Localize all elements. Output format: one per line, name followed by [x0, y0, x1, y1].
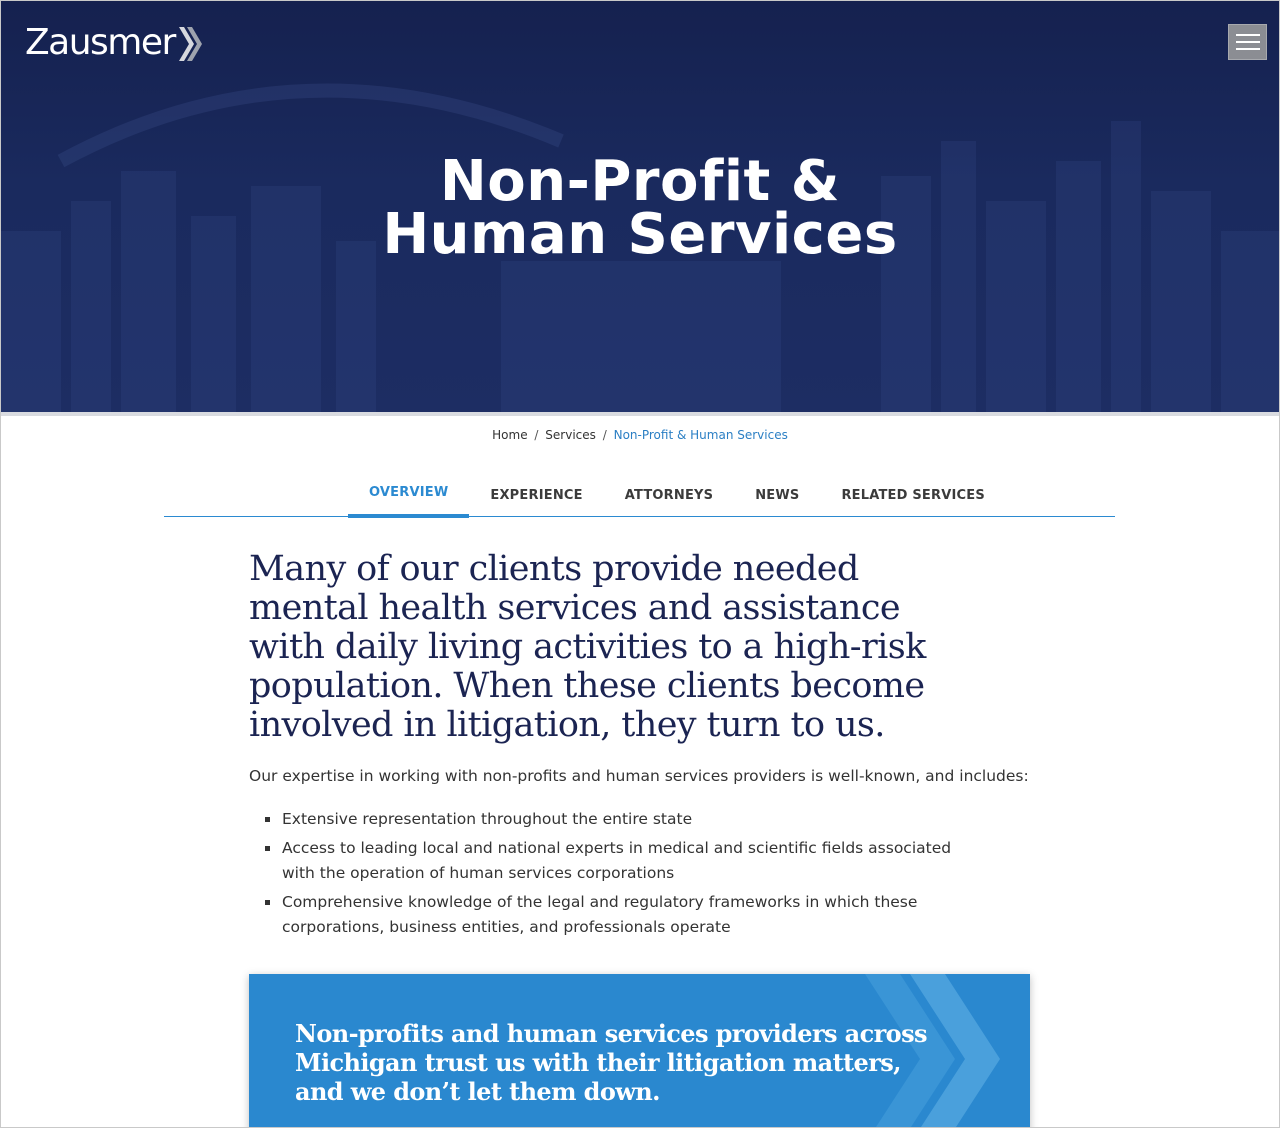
tab-related-services[interactable]: RELATED SERVICES [820, 471, 1005, 517]
breadcrumb: Home / Services / Non-Profit & Human Ser… [1, 428, 1279, 442]
breadcrumb-services[interactable]: Services [545, 428, 596, 442]
breadcrumb-current: Non-Profit & Human Services [613, 428, 788, 442]
breadcrumb-separator: / [602, 428, 607, 442]
page-title: Non-Profit & Human Services [1, 154, 1279, 263]
intro-paragraph: Our expertise in working with non-profit… [249, 767, 1029, 785]
callout-text: Non-profits and human services providers… [295, 1019, 928, 1106]
section-tabs: OVERVIEW EXPERIENCE ATTORNEYS NEWS RELAT… [164, 471, 1115, 518]
hamburger-icon [1235, 34, 1260, 36]
breadcrumb-home[interactable]: Home [492, 428, 527, 442]
page-title-line2: Human Services [382, 202, 898, 267]
expertise-list: Extensive representation throughout the … [265, 807, 985, 944]
tab-news[interactable]: NEWS [734, 471, 820, 517]
breadcrumb-separator: / [534, 428, 539, 442]
lead-paragraph: Many of our clients provide needed menta… [249, 549, 926, 745]
zausmer-logo[interactable]: Zausmer [25, 23, 203, 63]
list-item: Access to leading local and national exp… [265, 836, 985, 886]
tab-overview[interactable]: OVERVIEW [348, 471, 470, 518]
hamburger-icon [1235, 41, 1260, 43]
page-frame: Zausmer Non-Profit & Human Services Home… [0, 0, 1280, 1128]
callout-box: Non-profits and human services providers… [249, 974, 1030, 1127]
logo-wordmark: Zausmer [25, 22, 176, 63]
hero-divider [1, 412, 1279, 416]
logo-chevron-icon [178, 27, 202, 61]
tab-attorneys[interactable]: ATTORNEYS [604, 471, 734, 517]
list-item: Comprehensive knowledge of the legal and… [265, 890, 985, 940]
tab-experience[interactable]: EXPERIENCE [469, 471, 603, 517]
hamburger-icon [1235, 48, 1260, 50]
list-item: Extensive representation throughout the … [265, 807, 985, 832]
menu-button[interactable] [1228, 24, 1267, 60]
hero-banner: Zausmer Non-Profit & Human Services [1, 1, 1279, 412]
